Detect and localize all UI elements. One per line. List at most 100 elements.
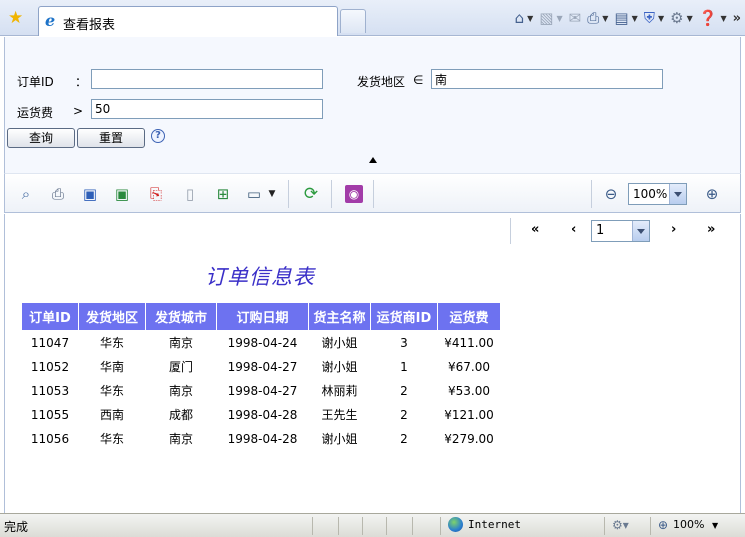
table-cell: ¥53.00 [448, 383, 490, 398]
zoom-out-icon[interactable]: ⊖ [602, 185, 620, 203]
table-cell: 11055 [30, 407, 70, 422]
table-cell: 11047 [30, 335, 70, 350]
next-page-button[interactable]: › [671, 222, 676, 237]
table-cell: ¥279.00 [444, 431, 494, 446]
table-cell: 11056 [30, 431, 70, 446]
refresh-icon[interactable]: ⟳ [302, 185, 320, 203]
table-cell: 南京 [168, 432, 193, 446]
export-excel-sheet-icon[interactable]: ⊞ [214, 185, 232, 203]
command-bar: ⌂ ▼ ▧ ▼ ✉ ⎙ ▼ ▤ ▼ ⛨ ▼ ⚙ ▼ ❓ ▼ » [515, 6, 741, 30]
table-cell: 南京 [168, 336, 193, 351]
table-cell: 厦门 [168, 360, 193, 374]
table-cell: 西南 [99, 408, 124, 422]
zoom-dropdown-icon[interactable] [669, 184, 686, 204]
prev-page-button[interactable]: ‹ [571, 222, 576, 237]
table-cell: ¥411.00 [444, 335, 494, 350]
export-pdf-icon[interactable]: ⎘ [147, 185, 165, 203]
chevron-more-icon[interactable]: » [733, 11, 741, 26]
region-operator: ∈ [413, 73, 424, 87]
safety-icon[interactable]: ⛨ ▼ [644, 9, 664, 27]
new-tab-button[interactable] [340, 9, 366, 33]
protected-mode-icon[interactable]: ⚙▾ [612, 518, 629, 532]
table-row: 11047 华东 南京 1998-04-24 谢小姐 3 ¥411.00 [22, 331, 501, 355]
table-cell: 1 [400, 359, 408, 374]
table-row: 11053 华东 南京 1998-04-27 林丽莉 2 ¥53.00 [22, 379, 501, 403]
toolbar-divider [331, 180, 332, 208]
toolbar-divider [288, 180, 289, 208]
internet-zone: Internet [468, 518, 521, 531]
status-divider [338, 517, 339, 535]
zoom-status-value[interactable]: 100% [673, 518, 704, 531]
table-row: 11056 华东 南京 1998-04-28 谢小姐 2 ¥279.00 [22, 427, 501, 451]
print-report-icon[interactable]: ⎙ [49, 185, 67, 203]
report-toolbar: ⌕ ⎙ ▣ ▣ ⎘ ▯ ⊞ ▭ ▼ ⟳ ◉ ⊖ 100% ⊕ [4, 173, 741, 213]
table-cell: 2 [400, 431, 408, 446]
table-cell: 谢小姐 [321, 360, 358, 374]
collapse-arrow-icon[interactable] [369, 157, 377, 163]
table-cell: 华东 [99, 432, 124, 446]
order-id-operator: ： [75, 75, 88, 89]
table-cell: 2 [400, 383, 408, 398]
report-title: 订单信息表 [205, 265, 315, 289]
last-page-button[interactable]: » [707, 222, 715, 237]
rss-icon[interactable]: ◉ [345, 185, 363, 203]
print-icon[interactable]: ⎙ ▼ [587, 9, 608, 27]
table-cell: 谢小姐 [321, 336, 358, 351]
status-divider [386, 517, 387, 535]
reset-button[interactable]: 重置 [77, 128, 145, 148]
table-cell: 王先生 [321, 408, 358, 422]
zoom-status-icon[interactable]: ⊕ [658, 518, 668, 532]
region-input[interactable] [431, 69, 663, 89]
tab-title: 查看报表 [63, 18, 116, 33]
page-value: 1 [596, 223, 605, 238]
table-cell: ¥67.00 [448, 359, 490, 374]
order-id-label: 订单ID [17, 75, 54, 89]
tools-gear-icon[interactable]: ⚙ ▼ [670, 9, 693, 27]
export-word-icon[interactable]: ▣ [81, 185, 99, 203]
table-cell: 华南 [99, 360, 124, 374]
favorites-star-icon[interactable]: ★ [8, 8, 23, 28]
feeds-icon[interactable]: ▧ ▼ [539, 9, 562, 27]
table-cell: 11052 [30, 359, 70, 374]
column-header: 运货费 [437, 302, 501, 331]
mail-icon[interactable]: ✉ [569, 9, 582, 27]
table-cell: 华东 [99, 336, 124, 351]
export-excel-icon[interactable]: ▣ [113, 185, 131, 203]
browser-tab-bar: ★ e 查看报表 ⌂ ▼ ▧ ▼ ✉ ⎙ ▼ ▤ ▼ ⛨ ▼ ⚙ ▼ ❓ ▼ » [0, 0, 745, 36]
first-page-button[interactable]: « [531, 222, 539, 237]
status-divider [650, 517, 651, 535]
table-cell: 1998-04-28 [227, 407, 298, 422]
table-header-row: 订单ID 发货地区 发货城市 订购日期 货主名称 运货商ID 运货费 [21, 302, 501, 331]
table-cell: 林丽莉 [321, 384, 358, 398]
zoom-in-icon[interactable]: ⊕ [703, 185, 721, 203]
region-label: 发货地区 [357, 75, 406, 89]
export-text-icon[interactable]: ▯ [181, 185, 199, 203]
search-report-icon[interactable]: ⌕ [17, 185, 35, 203]
page-icon[interactable]: ▤ ▼ [614, 9, 637, 27]
display-dropdown-icon[interactable]: ▼ [263, 185, 281, 203]
tab-report[interactable]: e 查看报表 [38, 6, 338, 36]
zoom-select[interactable]: 100% [628, 183, 687, 205]
table-cell: 3 [400, 335, 408, 350]
status-divider [604, 517, 605, 535]
query-button[interactable]: 查询 [7, 128, 75, 148]
home-icon[interactable]: ⌂ ▼ [515, 9, 534, 27]
table-cell: 1998-04-27 [227, 359, 298, 374]
page-dropdown-icon[interactable] [632, 221, 649, 241]
table-cell: 南京 [168, 384, 193, 398]
toolbar-divider [591, 180, 592, 208]
status-divider [412, 517, 413, 535]
report-table: 订单ID 发货地区 发货城市 订购日期 货主名称 运货商ID 运货费 11047… [21, 302, 501, 451]
globe-icon [448, 517, 463, 532]
freight-input[interactable] [91, 99, 323, 119]
zoom-dropdown-icon[interactable]: ▼ [712, 521, 718, 530]
zoom-value: 100% [633, 187, 668, 201]
help-icon[interactable]: ❓ ▼ [699, 9, 727, 27]
page-select[interactable]: 1 [591, 220, 650, 242]
column-header: 发货地区 [78, 302, 146, 331]
display-mode-icon[interactable]: ▭ [245, 185, 263, 203]
order-id-input[interactable] [91, 69, 323, 89]
freight-label: 运货费 [17, 106, 54, 120]
help-question-icon[interactable]: ? [151, 129, 165, 143]
table-cell: 11053 [30, 383, 70, 398]
